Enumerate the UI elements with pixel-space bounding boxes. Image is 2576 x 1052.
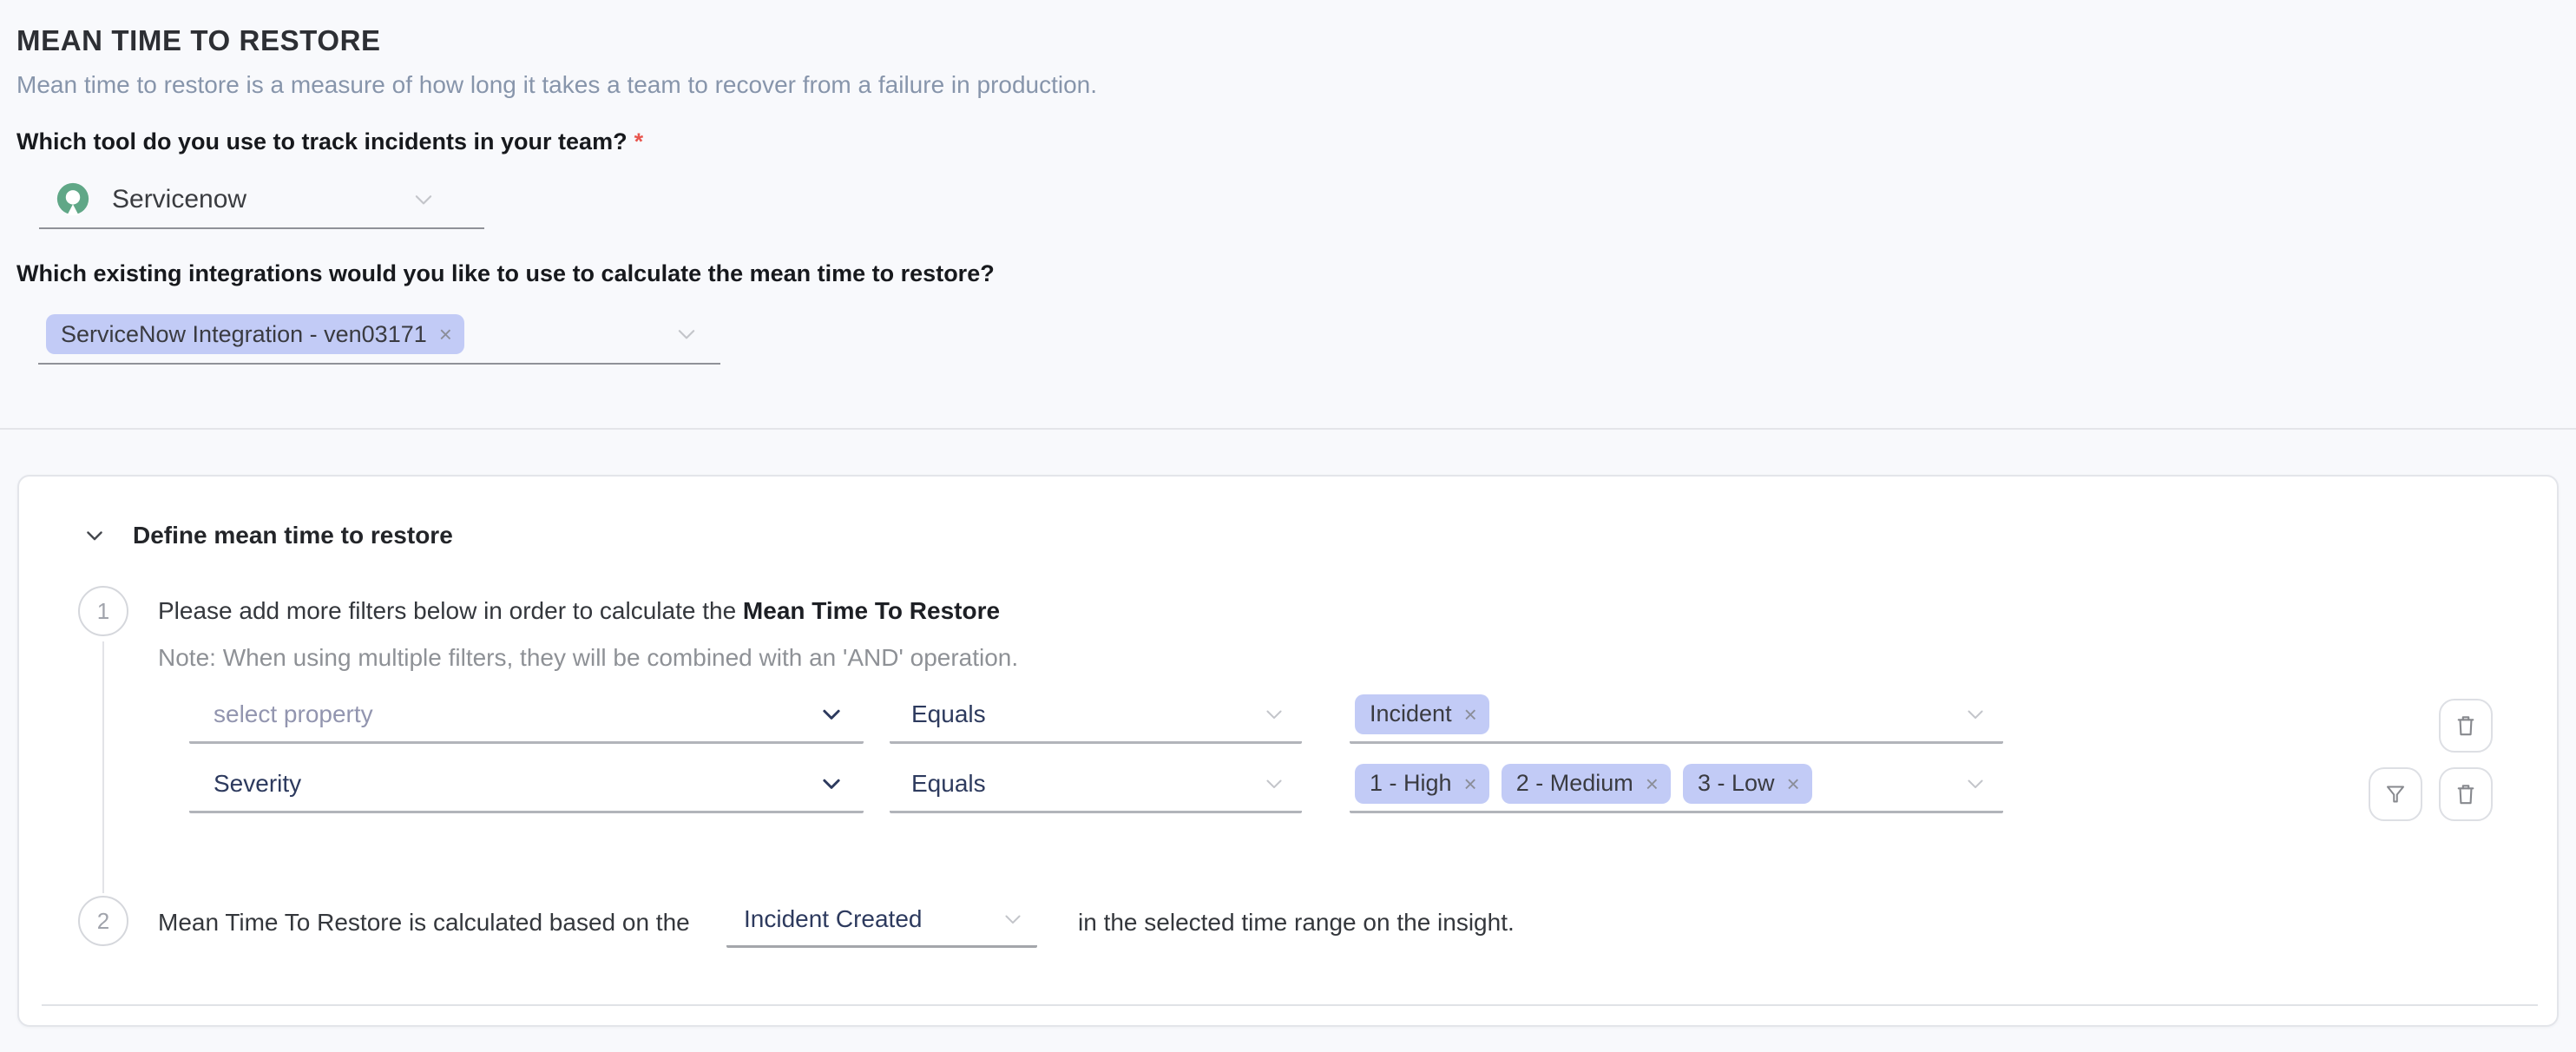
tool-question-text: Which tool do you use to track incidents… (16, 128, 628, 155)
remove-tag-button[interactable]: × (439, 323, 452, 345)
define-mttr-card: Define mean time to restore 1 Please add… (17, 475, 2559, 1027)
filter-value-label: 1 - High (1370, 770, 1452, 797)
integrations-multiselect[interactable]: ServiceNow Integration - ven03171 × (38, 306, 720, 365)
servicenow-logo-icon (55, 181, 91, 218)
chevron-down-icon (1963, 772, 1988, 796)
chevron-down-icon (1262, 772, 1286, 796)
filter-value-tag: 3 - Low × (1683, 764, 1812, 804)
step1-instruction: Please add more filters below in order t… (158, 596, 1000, 626)
step-connector-line (102, 641, 104, 893)
chevron-down-icon (411, 187, 437, 213)
remove-tag-button[interactable]: × (1646, 773, 1659, 795)
mttr-settings-page: MEAN TIME TO RESTORE Mean time to restor… (0, 0, 2576, 1052)
integration-tag-label: ServiceNow Integration - ven03171 (61, 321, 427, 348)
filter-property-select[interactable]: Severity (189, 756, 864, 813)
chevron-down-icon (1262, 702, 1286, 727)
chevron-down-icon (674, 321, 700, 347)
define-section-header[interactable]: Define mean time to restore (82, 522, 453, 549)
tool-select[interactable]: Servicenow (39, 172, 484, 229)
chevron-down-icon (1963, 702, 1988, 727)
filter-value-label: 3 - Low (1698, 770, 1775, 797)
filter-values-select[interactable]: 1 - High × 2 - Medium × 3 - Low × (1350, 756, 2003, 813)
section-divider (0, 428, 2576, 430)
chevron-down-icon (818, 701, 844, 727)
remove-tag-button[interactable]: × (1787, 773, 1800, 795)
step2-text-before: Mean Time To Restore is calculated based… (158, 908, 690, 937)
page-subtitle: Mean time to restore is a measure of how… (16, 71, 1097, 99)
define-section-title: Define mean time to restore (133, 522, 453, 549)
step-number-badge: 2 (78, 896, 128, 946)
trash-icon (2452, 712, 2480, 740)
delete-filter-button[interactable] (2439, 767, 2493, 821)
filter-value-tag: 2 - Medium × (1502, 764, 1671, 804)
page-title: MEAN TIME TO RESTORE (16, 24, 381, 57)
filter-property-placeholder: select property (214, 700, 373, 728)
tool-question-label: Which tool do you use to track incidents… (16, 128, 643, 155)
filter-values-select[interactable]: Incident × (1350, 687, 2003, 744)
delete-filter-button[interactable] (2439, 699, 2493, 753)
filter-options-button[interactable] (2369, 767, 2422, 821)
filter-operator-value: Equals (911, 770, 986, 798)
mttr-basis-select[interactable]: Incident Created (726, 892, 1037, 948)
remove-tag-button[interactable]: × (1464, 773, 1477, 795)
required-asterisk: * (634, 128, 644, 155)
filter-value-tag: Incident × (1355, 694, 1489, 734)
filter-value-tag: 1 - High × (1355, 764, 1489, 804)
trash-icon (2452, 780, 2480, 808)
step2-text-after: in the selected time range on the insigh… (1078, 908, 1515, 937)
filter-property-value: Severity (214, 770, 301, 798)
card-footer-divider (42, 1004, 2538, 1006)
selected-integration-tag: ServiceNow Integration - ven03171 × (46, 314, 464, 354)
step1-instruction-bold: Mean Time To Restore (743, 597, 1000, 624)
filter-property-select[interactable]: select property (189, 687, 864, 744)
step1-note: Note: When using multiple filters, they … (158, 643, 1018, 673)
filter-operator-value: Equals (911, 700, 986, 728)
filter-value-label: Incident (1370, 700, 1452, 727)
filter-operator-select[interactable]: Equals (890, 756, 1302, 813)
filter-operator-select[interactable]: Equals (890, 687, 1302, 744)
step1-instruction-text: Please add more filters below in order t… (158, 597, 743, 624)
chevron-down-icon (1001, 907, 1025, 931)
remove-tag-button[interactable]: × (1464, 703, 1477, 726)
filter-value-label: 2 - Medium (1516, 770, 1633, 797)
mttr-basis-value: Incident Created (744, 905, 922, 933)
chevron-down-icon (82, 523, 107, 548)
tool-select-value: Servicenow (112, 185, 246, 214)
chevron-down-icon (818, 771, 844, 797)
integrations-question-label: Which existing integrations would you li… (16, 260, 995, 287)
funnel-icon (2382, 781, 2408, 807)
step-number-badge: 1 (78, 586, 128, 636)
